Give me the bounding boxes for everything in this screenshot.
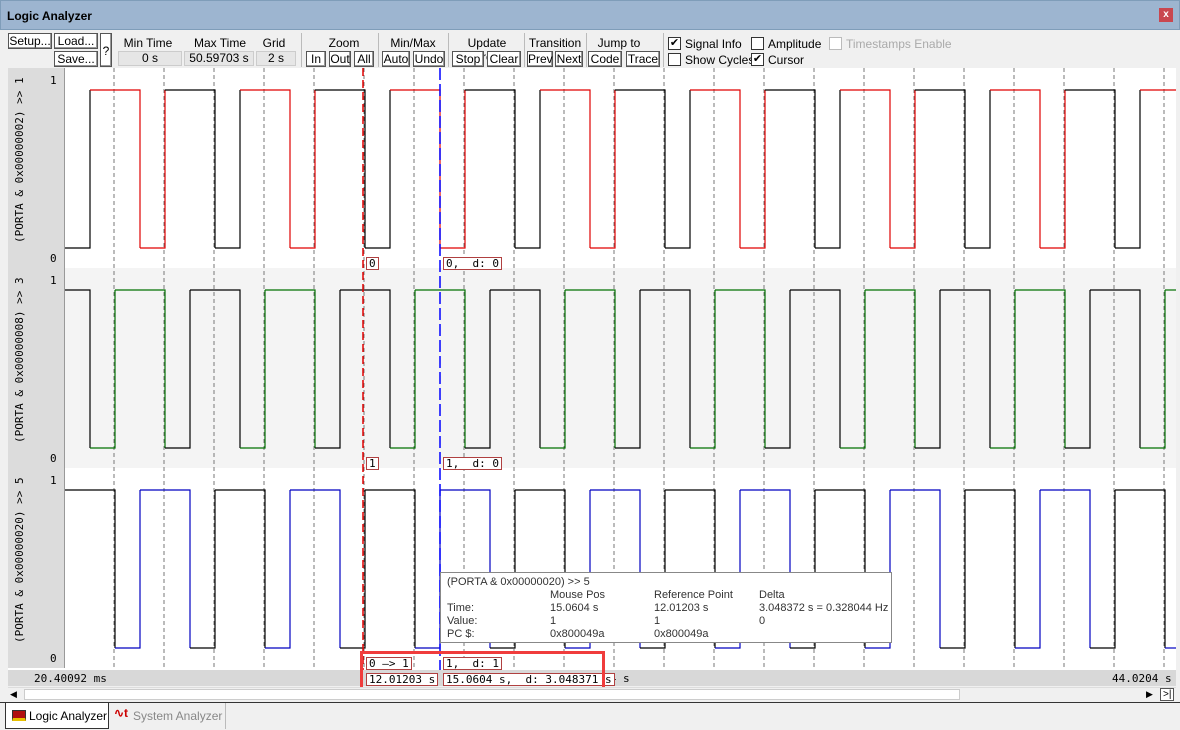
signal-min: 0 (50, 252, 57, 265)
waveform-segment (1065, 89, 1116, 248)
mouse-value-box: 1, d: 0 (443, 457, 502, 470)
time-end: 44.0204 s (1112, 672, 1172, 685)
tab-logic-analyzer[interactable]: Logic Analyzer (5, 703, 109, 729)
tooltip-label: Time: (447, 602, 475, 614)
tooltip-header-ref: Reference Point (654, 589, 733, 601)
waveform-segment (190, 490, 216, 649)
tooltip-value: 0 (759, 615, 766, 627)
tooltip-value: 1 (654, 615, 661, 627)
scroll-right-icon[interactable]: ▶ (1146, 689, 1153, 700)
scroll-end-icon[interactable]: >| (1160, 688, 1175, 701)
waveform-segment (165, 89, 216, 248)
waveform-segment (390, 89, 441, 248)
waveform-segment (365, 489, 416, 648)
waveform-segment (590, 90, 616, 249)
tooltip-header-delta: Delta (759, 589, 785, 601)
tooltip-value: 0x800049a (550, 628, 605, 640)
waveform-segment (240, 89, 291, 248)
signal-info-tooltip: (PORTA & 0x00000020) >> 5 Mouse Pos Refe… (440, 572, 892, 643)
scroll-left-icon[interactable]: ◀ (10, 689, 17, 700)
tooltip-title: (PORTA & 0x00000020) >> 5 (447, 576, 590, 588)
tooltip-value: 3.048372 s = 0.328044 Hz (759, 602, 889, 614)
tooltip-label: Value: (447, 615, 478, 627)
waveform-segment (265, 490, 291, 649)
waveform-segment (840, 89, 891, 248)
row-background (65, 268, 1176, 468)
waveform-segment (465, 89, 516, 248)
cursor-value-box: 0 (366, 257, 379, 270)
waveform-segment (140, 489, 191, 648)
waveform-segment (415, 490, 441, 649)
waveform-segment (140, 90, 166, 249)
system-analyzer-icon: ∿t (114, 706, 129, 720)
signal-min: 0 (50, 452, 57, 465)
tooltip-value: 15.0604 s (550, 602, 599, 614)
waveform-segment (65, 90, 91, 249)
waveform-segment (665, 90, 691, 249)
waveform-segment (215, 489, 266, 648)
waveform-segment (90, 89, 141, 248)
waveform-segment (965, 90, 991, 249)
waveform-segment (515, 90, 541, 249)
signal-name: (PORTA & 0x00000002) >> 1 (13, 77, 26, 243)
cursor-value-box: 1 (366, 457, 379, 470)
highlight-box (360, 651, 605, 690)
logic-analyzer-icon (12, 710, 26, 721)
tab-label: Logic Analyzer (29, 709, 108, 723)
waveform-segment (315, 89, 366, 248)
waveform-segment (365, 90, 391, 249)
waveform-segment (1040, 90, 1066, 249)
waveform-segment (1115, 489, 1166, 648)
signal-max: 1 (50, 74, 57, 87)
waveform-segment (340, 490, 366, 649)
waveform-segment (890, 90, 916, 249)
horizontal-scrollbar[interactable]: ◀ ▶ >| (8, 687, 1176, 701)
scroll-thumb[interactable] (24, 689, 960, 700)
waveform-segment (115, 490, 141, 649)
signal-name: (PORTA & 0x00000008) >> 3 (13, 277, 26, 443)
tooltip-value: 12.01203 s (654, 602, 709, 614)
waveform-segment (65, 489, 116, 648)
tab-label: System Analyzer (133, 709, 223, 723)
waveform-segment (290, 90, 316, 249)
waveform-segment (690, 89, 741, 248)
mouse-value-box: 0, d: 0 (443, 257, 502, 270)
waveform-segment (440, 90, 466, 249)
waveform-segment (1090, 490, 1116, 649)
waveform-segment (215, 90, 241, 249)
tab-bar: Logic Analyzer ∿t System Analyzer (0, 702, 1180, 730)
tab-system-analyzer[interactable]: ∿t System Analyzer (112, 703, 226, 729)
waveform-segment (965, 489, 1016, 648)
signal-name: (PORTA & 0x00000020) >> 5 (13, 477, 26, 643)
waveform-segment (915, 89, 966, 248)
signal-max: 1 (50, 474, 57, 487)
tooltip-label: PC $: (447, 628, 475, 640)
signal-min: 0 (50, 652, 57, 665)
waveform-segment (1040, 489, 1091, 648)
waveform-segment (540, 89, 591, 248)
waveform-segment (1115, 90, 1141, 249)
time-start: 20.40092 ms (34, 672, 107, 685)
signal-max: 1 (50, 274, 57, 287)
waveform-segment (740, 90, 766, 249)
waveform-segment (615, 89, 666, 248)
waveform-segment (1015, 490, 1041, 649)
waveform-segment (765, 89, 816, 248)
waveform-segment (815, 90, 841, 249)
waveform-segment (890, 489, 941, 648)
waveform-segment (290, 489, 341, 648)
tooltip-value: 0x800049a (654, 628, 709, 640)
tooltip-value: 1 (550, 615, 557, 627)
waveform-segment (990, 89, 1041, 248)
tooltip-header-mouse: Mouse Pos (550, 589, 606, 601)
waveform-segment (940, 490, 966, 649)
